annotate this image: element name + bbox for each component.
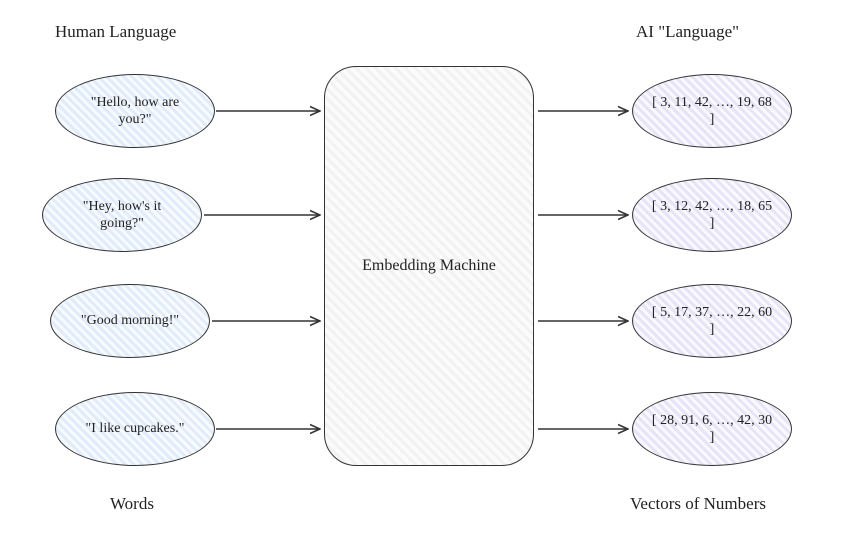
diagram-stage: Human Language AI "Language" Words Vecto… bbox=[0, 0, 866, 540]
input-bubble-4: "I like cupcakes." bbox=[55, 392, 215, 466]
heading-human-language: Human Language bbox=[55, 22, 176, 42]
output-bubble-3: [ 5, 17, 37, …, 22, 60 ] bbox=[632, 284, 792, 358]
output-bubble-2: [ 3, 12, 42, …, 18, 65 ] bbox=[632, 178, 792, 252]
heading-ai-language: AI "Language" bbox=[636, 22, 739, 42]
output-bubble-4: [ 28, 91, 6, …, 42, 30 ] bbox=[632, 392, 792, 466]
heading-words: Words bbox=[110, 494, 154, 514]
input-bubble-2: "Hey, how's it going?" bbox=[42, 178, 202, 252]
embedding-machine-label: Embedding Machine bbox=[362, 257, 496, 275]
embedding-machine: Embedding Machine bbox=[324, 66, 534, 466]
input-bubble-3: "Good morning!" bbox=[50, 284, 210, 358]
input-bubble-1: "Hello, how are you?" bbox=[55, 74, 215, 148]
heading-vectors-of-numbers: Vectors of Numbers bbox=[630, 494, 766, 514]
output-bubble-1: [ 3, 11, 42, …, 19, 68 ] bbox=[632, 74, 792, 148]
